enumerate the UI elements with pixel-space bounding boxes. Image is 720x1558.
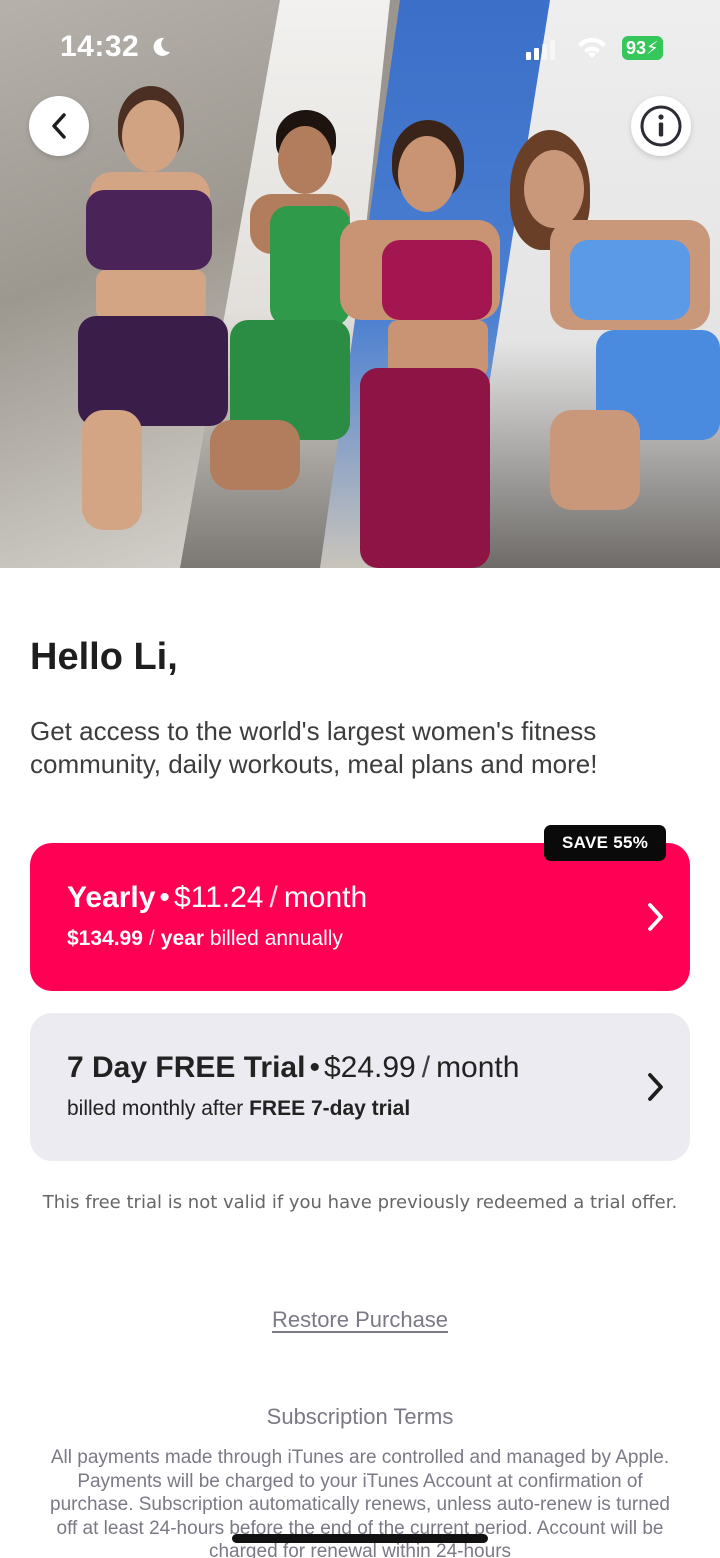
plan-yearly-button[interactable]: Yearly • $11.24/month $134.99/year billed …: [30, 843, 690, 991]
plan-yearly-price: $11.24: [173, 881, 264, 914]
plan-trial-billing: billed monthly after: [67, 1097, 244, 1120]
moon-icon: [153, 37, 170, 56]
greeting-title: Hello Li,: [30, 636, 178, 678]
restore-purchase-link[interactable]: Restore Purchase: [0, 1307, 720, 1333]
plan-trial-price: $24.99: [323, 1051, 416, 1084]
plan-yearly-unit: year: [160, 927, 204, 950]
chevron-right-icon: [648, 903, 663, 931]
info-icon: [640, 105, 682, 147]
back-button[interactable]: [29, 96, 89, 156]
status-bar: 14:32 93⚡: [0, 0, 720, 96]
plan-yearly-subline: $134.99/year billed annually: [67, 927, 343, 950]
plan-yearly-period: month: [283, 881, 368, 914]
terms-title: Subscription Terms: [266, 1404, 454, 1429]
hero-figure-blue: [500, 130, 720, 530]
plan-trial-period: month: [436, 1051, 520, 1084]
chevron-right-icon: [648, 1073, 663, 1101]
signal-icon: [526, 40, 555, 60]
plan-trial-headline: 7 Day FREE Trial • $24.99/month: [67, 1051, 520, 1084]
wifi-icon: [578, 37, 606, 58]
plan-trial-bold: FREE 7-day trial: [249, 1097, 411, 1120]
save-badge: SAVE 55%: [544, 825, 667, 861]
plan-trial-title: 7 Day FREE Trial: [67, 1051, 306, 1084]
status-time: 14:32: [60, 30, 140, 63]
home-indicator[interactable]: [232, 1534, 488, 1543]
battery-charging-icon: 93⚡: [622, 36, 663, 60]
hero-figure-magenta: [330, 120, 510, 568]
plan-yearly-headline: Yearly • $11.24/month: [67, 881, 368, 914]
plan-yearly-title: Yearly: [67, 881, 156, 914]
plan-yearly-total: $134.99: [67, 927, 143, 950]
chevron-left-icon: [52, 113, 66, 139]
greeting-subtitle: Get access to the world's largest women'…: [30, 716, 598, 779]
plan-trial-button[interactable]: 7 Day FREE Trial • $24.99/month billed mon…: [30, 1013, 690, 1161]
trial-note: This free trial is not valid if you have…: [42, 1192, 678, 1213]
info-button[interactable]: [631, 96, 691, 156]
battery-level: 93: [626, 38, 647, 58]
plan-trial-subline: billed monthly after FREE 7-day trial: [67, 1097, 410, 1121]
plan-yearly-billing: billed annually: [209, 927, 343, 950]
